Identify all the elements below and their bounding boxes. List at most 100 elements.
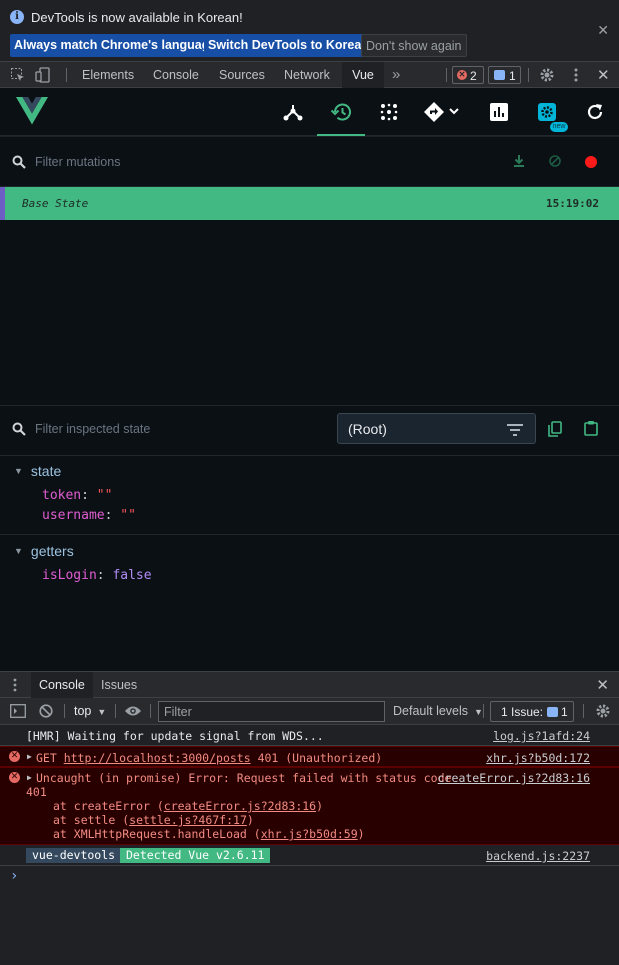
console-prompt-area[interactable]: › — [0, 866, 619, 965]
paste-state-icon[interactable] — [584, 420, 598, 439]
base-state-time: 15:19:02 — [546, 197, 599, 210]
console-message-hmr: [HMR] Waiting for update signal from WDS… — [0, 725, 619, 746]
stack-frame: at createError (createError.js?2d83:16) — [53, 799, 324, 813]
dropdown-arrow-icon: ▼ — [474, 707, 483, 717]
console-message-text: [HMR] Waiting for update signal from WDS… — [26, 729, 324, 743]
console-error-get: ✕ ▶ GET http://localhost:3000/posts 401 … — [0, 746, 619, 767]
base-state-entry[interactable]: Base State 15:19:02 — [0, 187, 619, 220]
root-module-select[interactable]: (Root) — [337, 413, 536, 444]
drawer-tab-bar: Console Issues ✕ — [0, 671, 619, 698]
tab-sources[interactable]: Sources — [213, 62, 271, 88]
state-section-toggle[interactable]: ▼ state — [14, 463, 61, 479]
events-dots-icon — [380, 103, 398, 121]
commit-all-icon[interactable] — [512, 154, 526, 171]
state-filter-input[interactable]: Filter inspected state — [35, 422, 150, 436]
context-value: top — [74, 704, 92, 718]
stack-frame-link[interactable]: xhr.js?b50d:59 — [261, 827, 358, 841]
tab-console[interactable]: Console — [147, 62, 205, 88]
source-link[interactable]: xhr.js?b50d:172 — [486, 751, 590, 765]
search-icon — [12, 422, 26, 439]
getters-section-toggle[interactable]: ▼ getters — [14, 543, 74, 559]
routing-tab[interactable] — [413, 88, 469, 136]
close-devtools-icon[interactable]: ✕ — [597, 66, 610, 84]
more-tabs-icon[interactable]: » — [392, 62, 400, 88]
error-counter[interactable]: ✕ 2 — [452, 66, 484, 84]
drawer-menu-icon[interactable] — [12, 677, 18, 696]
expand-arrow-icon[interactable]: ▶ — [27, 752, 32, 761]
error-count: 2 — [470, 69, 477, 83]
language-infobar: i DevTools is now available in Korean! ✕… — [0, 0, 619, 62]
console-settings-gear-icon[interactable] — [595, 703, 611, 722]
source-link[interactable]: backend.js:2237 — [486, 849, 590, 863]
live-expression-eye-icon[interactable] — [124, 704, 142, 721]
switch-to-korean-button[interactable]: Switch DevTools to Korean — [204, 34, 373, 57]
clear-console-icon[interactable] — [39, 704, 53, 721]
error-icon: ✕ — [9, 751, 20, 762]
issue-counter[interactable]: 1 — [488, 66, 521, 84]
console-toolbar: top ▼ Filter Default levels ▼ 1 Issue: 1 — [0, 698, 619, 725]
new-badge: new — [550, 122, 568, 132]
revert-all-icon[interactable] — [548, 154, 562, 171]
state-key: token — [42, 488, 82, 503]
stack-frame: at XMLHttpRequest.handleLoad (xhr.js?b50… — [53, 827, 365, 841]
request-url-link[interactable]: http://localhost:3000/posts — [64, 751, 251, 765]
source-link[interactable]: createError.js?2d83:16 — [438, 771, 590, 785]
expand-arrow-icon[interactable]: ▶ — [27, 773, 32, 782]
state-value[interactable]: "" — [97, 488, 113, 503]
getter-value: false — [112, 568, 152, 583]
source-link[interactable]: log.js?1afd:24 — [493, 729, 590, 743]
getter-field-islogin: isLogin: false — [42, 568, 152, 583]
mutations-filter-input[interactable]: Filter mutations — [35, 155, 120, 169]
state-field-username: username: "" — [42, 508, 136, 523]
console-filter-input[interactable]: Filter — [158, 701, 385, 722]
console-message-vue-detected: vue-devtools Detected Vue v2.6.11 backen… — [0, 845, 619, 866]
tab-elements[interactable]: Elements — [76, 62, 140, 88]
record-icon[interactable] — [585, 156, 597, 168]
console-error-uncaught: ✕ ▶ Uncaught (in promise) Error: Request… — [0, 767, 619, 845]
console-message-text: GET http://localhost:3000/posts 401 (Una… — [36, 751, 383, 765]
refresh-button[interactable] — [571, 88, 619, 136]
error-icon: ✕ — [9, 772, 20, 783]
state-value[interactable]: "" — [120, 508, 136, 523]
dont-show-again-button[interactable]: Don't show again — [361, 34, 467, 57]
vue-settings-gear-icon — [538, 103, 556, 121]
drawer-tab-issues[interactable]: Issues — [94, 672, 144, 698]
error-status-code: 401 — [26, 785, 47, 799]
context-selector[interactable]: top ▼ — [74, 704, 106, 718]
copy-state-icon[interactable] — [548, 421, 562, 440]
console-message-text: Uncaught (in promise) Error: Request fai… — [36, 771, 452, 785]
search-icon — [12, 155, 26, 172]
info-icon: i — [10, 10, 24, 24]
expand-arrow-icon: ▼ — [14, 466, 23, 476]
issue-icon — [494, 70, 505, 80]
close-drawer-icon[interactable]: ✕ — [596, 676, 609, 694]
always-match-language-button[interactable]: Always match Chrome's language — [10, 34, 221, 57]
settings-tab[interactable]: new — [523, 88, 571, 136]
refresh-icon — [587, 104, 603, 120]
bar-chart-icon — [490, 103, 508, 121]
infobar-close-icon[interactable]: ✕ — [597, 22, 609, 39]
issues-count: 1 — [561, 705, 568, 719]
stack-frame-link[interactable]: settle.js?467f:17 — [129, 813, 247, 827]
components-tab[interactable] — [269, 88, 317, 136]
settings-gear-icon[interactable] — [539, 67, 555, 86]
device-toolbar-icon[interactable] — [35, 67, 51, 86]
issue-count: 1 — [509, 69, 516, 83]
more-options-icon[interactable] — [568, 67, 584, 86]
vuex-history-tab[interactable] — [317, 88, 365, 136]
tab-vue[interactable]: Vue — [342, 62, 384, 88]
stack-frame-link[interactable]: createError.js?2d83:16 — [164, 799, 316, 813]
inspect-element-icon[interactable] — [10, 67, 26, 86]
state-key: username — [42, 508, 105, 523]
error-icon: ✕ — [457, 70, 467, 80]
events-tab[interactable] — [365, 88, 413, 136]
vue-devtools-badge: vue-devtools — [26, 848, 122, 863]
show-sidebar-icon[interactable] — [10, 704, 26, 721]
performance-tab[interactable] — [475, 88, 523, 136]
issues-button[interactable]: 1 Issue: 1 — [490, 701, 574, 722]
drawer-tab-console[interactable]: Console — [31, 672, 93, 698]
issues-label: 1 Issue: — [501, 705, 544, 719]
state-section-title: state — [30, 463, 62, 479]
tab-network[interactable]: Network — [278, 62, 336, 88]
log-levels-dropdown[interactable]: Default levels ▼ — [393, 704, 483, 718]
